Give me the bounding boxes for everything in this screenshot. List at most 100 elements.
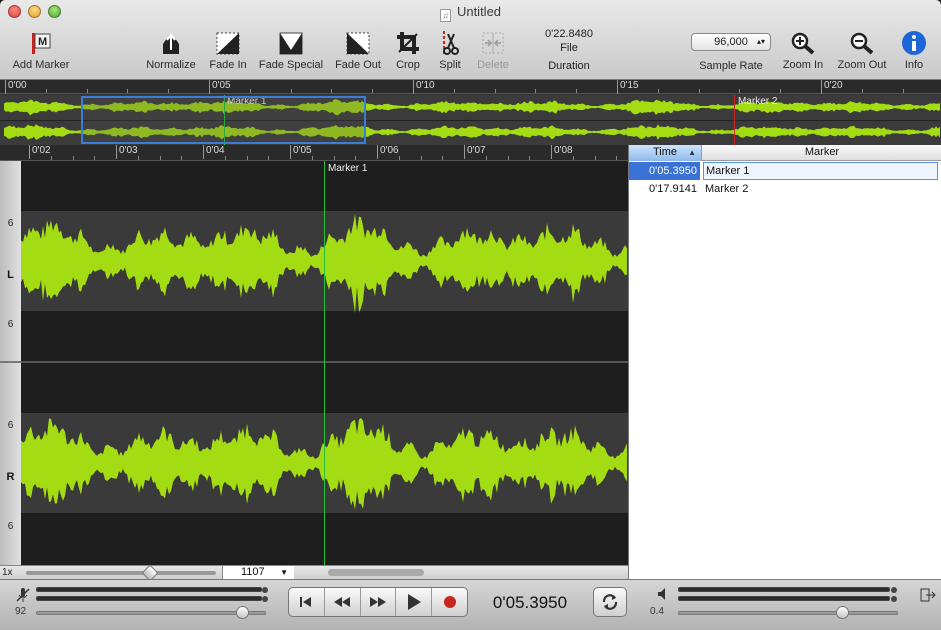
fade-in-icon	[216, 32, 240, 55]
fast-forward-icon	[369, 597, 386, 607]
overview-marker-2-label: Marker 2	[738, 96, 778, 107]
output-volume-value: 0.4	[650, 606, 664, 617]
table-row[interactable]: 0'17.9141 Marker 2	[629, 180, 941, 198]
timeline-ruler[interactable]: 0'02 0'03 0'04 0'05 0'06 0'07 0'08	[0, 145, 628, 161]
time-counter: 0'05.3950	[492, 593, 568, 612]
marker-name-field[interactable]: Marker 2	[703, 180, 938, 198]
table-row[interactable]: 0'05.3950 Marker 1	[629, 162, 941, 180]
toolbar: ♫ Untitled M Add Marker Normalize Fade In…	[0, 0, 941, 80]
stepper-arrows-icon: ▴▾	[756, 37, 765, 46]
zoom-slider[interactable]	[26, 564, 216, 582]
sort-ascending-icon: ▲	[688, 148, 696, 157]
ruler-tick-label: 0'02	[29, 145, 51, 159]
db-label-R-top: 6	[7, 420, 14, 431]
overview-marker-2-line	[734, 95, 735, 145]
db-label-R-bottom: 6	[7, 521, 14, 532]
ruler-tick-label: 0'08	[551, 145, 573, 159]
duration-value: 0'22.8480	[545, 28, 593, 40]
transport-controls	[288, 587, 468, 617]
delete-icon	[482, 32, 504, 54]
ruler-tick-label: 0'06	[377, 145, 399, 159]
ruler-tick-label: 0'10	[413, 80, 435, 94]
channel-label-R: R	[6, 471, 15, 483]
ruler-tick-label: 0'07	[464, 145, 486, 159]
crop-button[interactable]: Crop	[389, 28, 427, 71]
rewind-icon	[334, 597, 351, 607]
info-icon	[902, 31, 926, 55]
input-meter-left	[36, 587, 262, 592]
input-gain-knob[interactable]	[236, 606, 249, 619]
column-header-marker[interactable]: Marker	[702, 145, 941, 161]
duration-display: 0'22.8480 File Duration	[528, 27, 610, 73]
markers-table-header: Time ▲ Marker	[629, 145, 941, 161]
microphone-muted-icon[interactable]	[15, 587, 31, 603]
output-meter-left	[678, 587, 890, 592]
overview-ruler[interactable]: 0'00 0'05 0'10 0'15 0'20	[0, 80, 941, 94]
waveform-view[interactable]: Marker 1	[21, 161, 628, 565]
split-button[interactable]: Split	[432, 28, 468, 71]
marker-name-field[interactable]: Marker 1	[703, 162, 938, 180]
duration-source: File	[560, 42, 578, 54]
output-volume-knob[interactable]	[836, 606, 849, 619]
window-title: ♫ Untitled	[0, 4, 941, 22]
marker-time: 0'05.3950	[629, 162, 700, 180]
skip-back-icon	[300, 597, 312, 607]
app-window: ♫ Untitled M Add Marker Normalize Fade In…	[0, 0, 941, 630]
speaker-icon	[658, 588, 665, 600]
play-icon	[407, 594, 421, 610]
zoom-in-icon	[791, 32, 815, 55]
waveform-pane[interactable]: 0'02 0'03 0'04 0'05 0'06 0'07 0'08 6 L 6 6 R 6…	[0, 145, 628, 582]
rewind-button[interactable]	[325, 588, 361, 616]
ruler-tick-label: 0'20	[821, 80, 843, 94]
ruler-tick-label: 0'05	[209, 80, 231, 94]
sample-rate-label: Sample Rate	[699, 60, 763, 72]
db-label-L-top: 6	[7, 218, 14, 229]
zoom-in-button[interactable]: Zoom In	[778, 28, 828, 71]
sample-rate-select[interactable]: 96,000 ▴▾	[691, 33, 771, 51]
loop-button[interactable]	[593, 587, 627, 617]
audio-file-icon: ♫	[439, 9, 451, 22]
duration-label: Duration	[548, 60, 590, 72]
column-header-time[interactable]: Time ▲	[629, 145, 702, 161]
ruler-tick-label: 0'05	[290, 145, 312, 159]
record-button[interactable]	[432, 588, 467, 616]
output-meter-right	[678, 596, 890, 601]
loop-icon	[602, 594, 618, 610]
ruler-tick-label: 0'15	[617, 80, 639, 94]
go-to-start-button[interactable]	[289, 588, 325, 616]
marker-icon: M	[32, 33, 51, 54]
fade-special-icon	[279, 32, 303, 55]
main-marker-label: Marker 1	[328, 163, 368, 174]
input-gain-slider[interactable]	[36, 611, 266, 615]
ruler-tick-label: 0'00	[5, 80, 27, 94]
delete-button[interactable]: Delete	[472, 28, 514, 71]
playhead-marker-line[interactable]	[324, 161, 325, 565]
zoom-out-icon	[850, 32, 874, 55]
horizontal-scrollbar[interactable]	[328, 569, 424, 576]
svg-text:M: M	[38, 36, 47, 48]
zoom-out-button[interactable]: Zoom Out	[832, 28, 892, 71]
channel-gutter: 6 L 6 6 R 6	[0, 161, 21, 565]
output-volume-slider[interactable]	[678, 611, 898, 615]
normalize-button[interactable]: Normalize	[141, 28, 201, 71]
record-icon	[443, 596, 456, 608]
markers-table: Time ▲ Marker 0'05.3950 Marker 1 0'17.914…	[628, 145, 941, 579]
ruler-tick-label: 0'03	[116, 145, 138, 159]
overview-visible-range[interactable]	[81, 96, 366, 144]
add-marker-button[interactable]: M Add Marker	[6, 28, 76, 71]
fade-out-button[interactable]: Fade Out	[332, 28, 384, 71]
crop-icon	[397, 32, 419, 54]
chevron-down-icon: ▼	[280, 568, 288, 577]
zoom-bar: 1x 1107 ▼	[0, 564, 628, 582]
zoom-value-select[interactable]: 1107 ▼	[222, 566, 294, 580]
transport-bar: 92 0'05.3950 0.4	[0, 579, 941, 630]
play-button[interactable]	[396, 588, 433, 616]
info-button[interactable]: Info	[898, 28, 930, 71]
fade-special-button[interactable]: Fade Special	[256, 28, 326, 71]
output-device-icon[interactable]	[920, 587, 936, 603]
scissors-icon	[443, 31, 459, 55]
overview-pane[interactable]: 0'00 0'05 0'10 0'15 0'20 Marker 1 Marker 2	[0, 80, 941, 145]
fast-forward-button[interactable]	[361, 588, 397, 616]
channel-label-L: L	[7, 269, 14, 281]
fade-in-button[interactable]: Fade In	[205, 28, 251, 71]
